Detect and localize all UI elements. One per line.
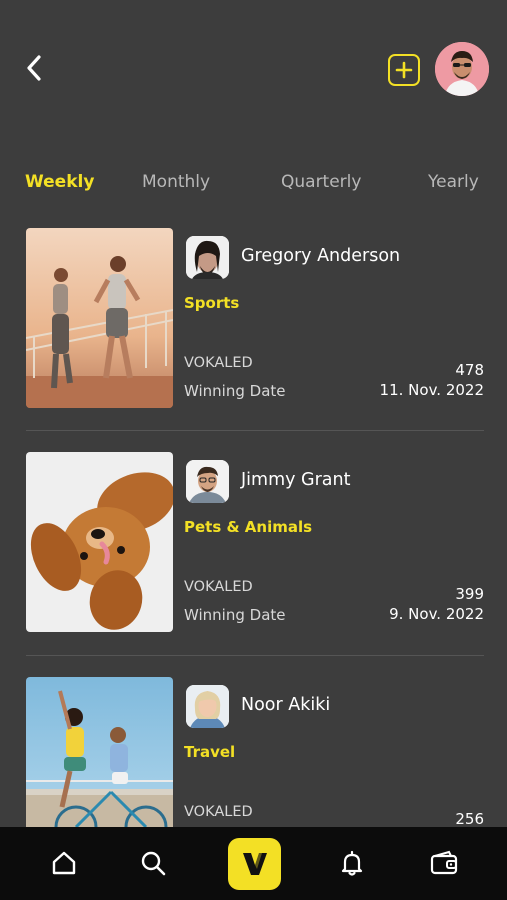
wallet-icon (430, 850, 458, 875)
user-name[interactable]: Jimmy Grant (241, 470, 350, 490)
post-thumbnail[interactable] (26, 452, 173, 632)
search-icon (141, 851, 166, 876)
user-avatar[interactable] (186, 685, 229, 728)
cycling-friends-image (26, 677, 173, 827)
profile-avatar-image (435, 42, 489, 96)
tab-yearly[interactable]: Yearly (428, 172, 479, 192)
winning-date-label: Winning Date (184, 606, 286, 624)
tab-monthly[interactable]: Monthly (142, 172, 210, 192)
bottom-nav (0, 827, 507, 900)
user-name[interactable]: Gregory Anderson (241, 246, 400, 266)
back-button[interactable] (20, 52, 48, 84)
profile-avatar[interactable] (435, 42, 489, 96)
header (0, 0, 507, 140)
vokaled-count: 399 (455, 585, 484, 603)
tab-weekly[interactable]: Weekly (25, 172, 94, 192)
chevron-left-icon (27, 55, 41, 81)
category-label[interactable]: Sports (184, 294, 239, 312)
user-avatar-image (186, 685, 229, 728)
vokal-logo-icon (242, 853, 267, 875)
dog-image (26, 452, 173, 632)
vokaled-label: VOKALED (184, 579, 253, 595)
tab-quarterly[interactable]: Quarterly (281, 172, 361, 192)
list-item[interactable]: Gregory Anderson Sports VOKALED Winning … (26, 228, 484, 408)
winning-date-label: Winning Date (184, 382, 286, 400)
nav-search[interactable] (135, 845, 171, 881)
post-thumbnail[interactable] (26, 228, 173, 408)
nav-notifications[interactable] (334, 845, 370, 881)
nav-wallet[interactable] (426, 845, 462, 881)
divider (26, 430, 484, 431)
winning-date: 9. Nov. 2022 (389, 605, 484, 623)
add-button[interactable] (388, 54, 420, 86)
list-item[interactable]: Noor Akiki Travel VOKALED 256 (26, 677, 484, 827)
vokaled-count: 256 (455, 810, 484, 827)
category-label[interactable]: Travel (184, 743, 235, 761)
winning-date: 11. Nov. 2022 (379, 381, 484, 399)
bell-icon (341, 850, 363, 876)
user-avatar-image (186, 460, 229, 503)
vokaled-label: VOKALED (184, 355, 253, 371)
period-tabs: Weekly Monthly Quarterly Yearly (0, 172, 507, 204)
vokaled-count: 478 (455, 361, 484, 379)
post-thumbnail[interactable] (26, 677, 173, 827)
nav-home[interactable] (46, 845, 82, 881)
home-icon (52, 851, 76, 875)
running-couple-image (26, 228, 173, 408)
list-item[interactable]: Jimmy Grant Pets & Animals VOKALED Winni… (26, 452, 484, 632)
user-avatar-image (186, 236, 229, 279)
category-label[interactable]: Pets & Animals (184, 518, 312, 536)
user-avatar[interactable] (186, 236, 229, 279)
user-avatar[interactable] (186, 460, 229, 503)
user-name[interactable]: Noor Akiki (241, 695, 330, 715)
nav-vokal-logo[interactable] (228, 838, 281, 890)
divider (26, 655, 484, 656)
plus-icon (395, 61, 413, 79)
vokaled-label: VOKALED (184, 804, 253, 820)
